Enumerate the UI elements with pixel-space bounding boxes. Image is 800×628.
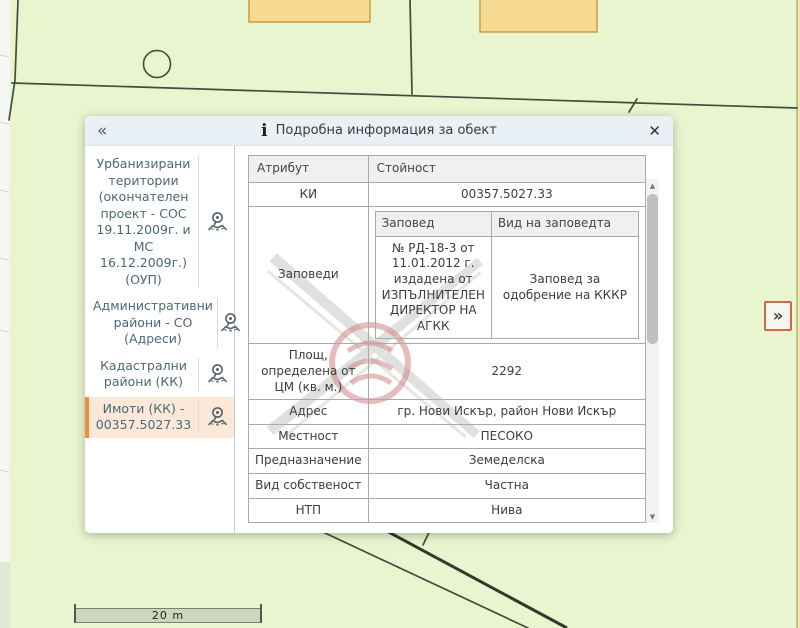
orders-nested-cell: Заповед Вид на заповедта № РД-18-3 от 11…: [368, 207, 645, 344]
layer-label: Имоти (КК) - 00357.5027.33: [89, 401, 198, 434]
table-row-ownership: Вид собственост Частна: [249, 473, 646, 498]
map-left-strip-bottom: [0, 562, 10, 628]
layer-label: Кадастрални райони (КК): [89, 358, 198, 391]
scale-label: 20 m: [76, 609, 260, 622]
table-row-area: Площ, определена от ЦМ (кв. м.) 2292: [249, 344, 646, 400]
table-row-ntp: НТП Нива: [249, 498, 646, 523]
attribute-cell: КИ: [249, 182, 369, 207]
orders-data-row: № РД-18-3 от 11.01.2012 г. издадена от И…: [375, 236, 638, 339]
dialog-body: Урбанизирани територии (окончателен прое…: [85, 146, 673, 533]
map-viewport: 20 m » « i Подробна информация за обект …: [0, 0, 800, 628]
value-cell: Нива: [368, 498, 645, 523]
value-cell: Частна: [368, 473, 645, 498]
map-left-strip: [0, 0, 10, 628]
table-row-address: Адрес гр. Нови Искър, район Нови Искър: [249, 400, 646, 425]
order-type-cell: Заповед за одобрение на КККР: [491, 236, 638, 339]
table-row-ki: КИ 00357.5027.33: [249, 182, 646, 207]
attribute-cell: НТП: [249, 498, 369, 523]
map-pin-icon[interactable]: [198, 401, 234, 434]
table-scrollbar[interactable]: ▲ ▼: [646, 179, 659, 523]
col-header-value: Стойност: [368, 156, 645, 183]
attribute-cell: Заповеди: [249, 207, 369, 344]
expand-panel-button[interactable]: »: [764, 301, 792, 331]
attribute-cell: Площ, определена от ЦМ (кв. м.): [249, 344, 369, 400]
attribute-table: Атрибут Стойност КИ 00357.5027.33 Запове…: [248, 155, 646, 523]
object-info-dialog: « i Подробна информация за обект ✕ Урбан…: [85, 116, 673, 533]
layer-item-urban-territories[interactable]: Урбанизирани територии (окончателен прое…: [85, 152, 234, 292]
attribute-panel: Атрибут Стойност КИ 00357.5027.33 Запове…: [235, 146, 673, 533]
map-pin-icon[interactable]: [198, 358, 234, 391]
value-cell: ПЕСОКО: [368, 424, 645, 449]
table-row-orders: Заповеди Заповед Вид на заповедта № РД-1…: [249, 207, 646, 344]
attribute-cell: Вид собственост: [249, 473, 369, 498]
value-cell: 00357.5027.33: [368, 182, 645, 207]
value-cell: гр. Нови Искър, район Нови Искър: [368, 400, 645, 425]
scrollbar-thumb[interactable]: [647, 194, 658, 344]
orders-table: Заповед Вид на заповедта № РД-18-3 от 11…: [375, 211, 639, 339]
info-icon: i: [261, 121, 267, 141]
layer-label: Урбанизирани територии (окончателен прое…: [89, 156, 198, 288]
collapse-icon[interactable]: «: [97, 117, 107, 145]
map-scale-bar: 20 m: [75, 608, 261, 623]
layer-label: Административни райони - СО (Адреси): [89, 298, 217, 348]
value-cell: 2292: [368, 344, 645, 400]
col-header-attribute: Атрибут: [249, 156, 369, 183]
orders-col-order: Заповед: [375, 212, 491, 237]
order-number-cell: № РД-18-3 от 11.01.2012 г. издадена от И…: [375, 236, 491, 339]
scale-tick-right: [260, 604, 262, 623]
table-row-purpose: Предназначение Земеделска: [249, 449, 646, 474]
map-pin-icon[interactable]: [198, 156, 234, 288]
attribute-cell: Адрес: [249, 400, 369, 425]
layer-item-admin-regions[interactable]: Административни райони - СО (Адреси): [85, 294, 234, 352]
dialog-title: Подробна информация за обект: [276, 123, 497, 138]
layer-item-property-selected[interactable]: Имоти (КК) - 00357.5027.33: [85, 397, 234, 438]
attribute-cell: Предназначение: [249, 449, 369, 474]
table-row-locality: Местност ПЕСОКО: [249, 424, 646, 449]
orders-header-row: Заповед Вид на заповедта: [375, 212, 638, 237]
scroll-down-icon[interactable]: ▼: [646, 510, 659, 523]
orders-col-type: Вид на заповедта: [491, 212, 638, 237]
dialog-title-group: i Подробна информация за обект: [261, 121, 497, 141]
dialog-header: « i Подробна информация за обект ✕: [85, 116, 673, 146]
layer-list: Урбанизирани територии (окончателен прое…: [85, 146, 235, 533]
layer-item-cadastral-regions[interactable]: Кадастрални райони (КК): [85, 354, 234, 395]
value-cell: Земеделска: [368, 449, 645, 474]
table-header-row: Атрибут Стойност: [249, 156, 646, 183]
attribute-cell: Местност: [249, 424, 369, 449]
scroll-up-icon[interactable]: ▲: [646, 179, 659, 192]
close-icon[interactable]: ✕: [648, 116, 661, 146]
